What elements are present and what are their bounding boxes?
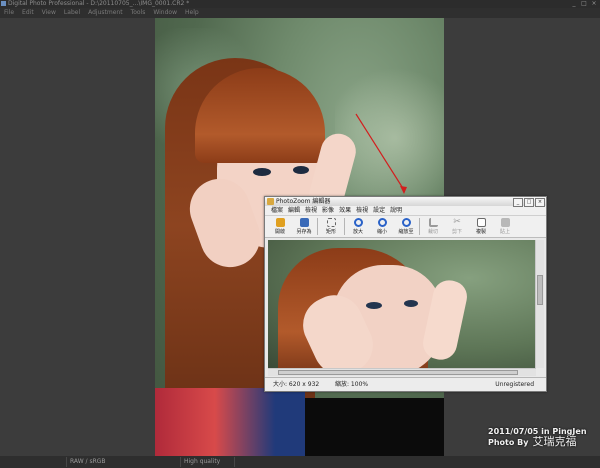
- zoom-out-icon: [377, 218, 387, 227]
- inner-minimize-button[interactable]: _: [513, 198, 523, 207]
- eye: [366, 302, 382, 309]
- inner-close-button[interactable]: ×: [535, 198, 545, 207]
- open-icon: [275, 218, 285, 227]
- inner-title-bar: PhotoZoom 編輯器 _ □ ×: [265, 197, 546, 207]
- photo-watermark: 2011/07/05 in PingJen Photo By 艾瑞克福: [488, 427, 587, 448]
- app-icon: [1, 1, 6, 6]
- zoom-fit-label: 縮放至: [398, 229, 414, 235]
- zoom-fit-button[interactable]: 縮放至: [395, 216, 417, 237]
- menu-window[interactable]: Window: [153, 8, 177, 18]
- registration-text: Unregistered: [495, 381, 534, 388]
- inner-menu-help[interactable]: 說明: [390, 206, 402, 215]
- horizontal-scrollbar[interactable]: [268, 368, 536, 376]
- maximize-button[interactable]: □: [580, 0, 588, 7]
- dress: [305, 398, 444, 456]
- inner-toolbar: 開啟 另存為 矩形 放大 縮小 縮放至 裁切 ✂ 剪下 複製 貼上: [265, 216, 546, 238]
- vertical-scroll-thumb[interactable]: [537, 275, 543, 305]
- inner-window-controls: _ □ ×: [513, 198, 545, 207]
- crop-label: 裁切: [427, 229, 438, 235]
- vertical-scrollbar[interactable]: [535, 240, 544, 368]
- watermark-signature: 艾瑞克福: [532, 435, 577, 448]
- image-size-text: 大小: 620 x 932: [273, 381, 320, 388]
- status-bar: RAW / sRGB High quality: [0, 456, 600, 468]
- select-rect-button[interactable]: 矩形: [320, 216, 342, 237]
- zoom-out-label: 縮小: [376, 229, 387, 235]
- paste-icon: [500, 218, 510, 227]
- select-rect-icon: [326, 218, 336, 227]
- photozoom-app-icon: [267, 198, 274, 205]
- horizontal-scroll-thumb[interactable]: [278, 370, 518, 375]
- inner-menu-file[interactable]: 檔案: [271, 206, 283, 215]
- crop-button[interactable]: 裁切: [422, 216, 444, 237]
- eye: [293, 166, 309, 174]
- copy-button[interactable]: 複製: [470, 216, 492, 237]
- eye: [253, 168, 271, 176]
- menu-file[interactable]: File: [4, 8, 14, 18]
- zoom-out-button[interactable]: 縮小: [371, 216, 393, 237]
- menu-view[interactable]: View: [42, 8, 56, 18]
- menu-adjustment[interactable]: Adjustment: [88, 8, 122, 18]
- zoom-fit-icon: [401, 218, 411, 227]
- quality-status: High quality: [180, 457, 234, 467]
- inner-menu-image[interactable]: 影像: [322, 206, 334, 215]
- inner-menu-effects[interactable]: 效果: [339, 206, 351, 215]
- inner-window-title: PhotoZoom 編輯器: [276, 198, 331, 205]
- zoom-in-button[interactable]: 放大: [347, 216, 369, 237]
- cut-button[interactable]: ✂ 剪下: [446, 216, 468, 237]
- copy-label: 複製: [475, 229, 486, 235]
- color-format-status: RAW / sRGB: [66, 457, 180, 467]
- menu-edit[interactable]: Edit: [22, 8, 34, 18]
- inner-status-bar: 大小: 620 x 932 縮放: 100% Unregistered: [265, 377, 546, 391]
- select-rect-label: 矩形: [325, 229, 336, 235]
- open-button[interactable]: 開啟: [269, 216, 291, 237]
- title-bar: Digital Photo Professional - D:\20110705…: [0, 0, 600, 8]
- window-controls: _ □ ×: [570, 0, 598, 8]
- zoom-in-icon: [353, 218, 363, 227]
- menu-tools[interactable]: Tools: [131, 8, 146, 18]
- toolbar-separator: [344, 218, 345, 235]
- inner-menu-edit[interactable]: 編輯: [288, 206, 300, 215]
- background-bokeh: [335, 58, 444, 218]
- toolbar-separator: [419, 218, 420, 235]
- photo-editor-app: Digital Photo Professional - D:\20110705…: [0, 0, 600, 468]
- zoom-level-text: 縮放: 100%: [335, 381, 369, 388]
- toolbar-separator: [317, 218, 318, 235]
- zoom-preview-canvas[interactable]: [268, 240, 536, 368]
- dress: [155, 388, 305, 456]
- window-title: Digital Photo Professional - D:\20110705…: [8, 0, 190, 7]
- inner-maximize-button[interactable]: □: [524, 198, 534, 207]
- inner-menu-view-2[interactable]: 檢視: [356, 206, 368, 215]
- save-as-button[interactable]: 另存為: [293, 216, 315, 237]
- menu-help[interactable]: Help: [185, 8, 199, 18]
- paste-label: 貼上: [499, 229, 510, 235]
- cut-icon: ✂: [453, 217, 461, 227]
- crop-icon: [428, 218, 438, 227]
- eye: [404, 300, 418, 307]
- menu-label[interactable]: Label: [64, 8, 80, 18]
- save-icon: [299, 218, 309, 227]
- open-label: 開啟: [274, 229, 285, 235]
- menu-bar: File Edit View Label Adjustment Tools Wi…: [0, 8, 600, 18]
- inner-menu-bar: 檔案 編輯 檢視 影像 效果 檢視 設定 說明: [265, 206, 546, 216]
- inner-menu-settings[interactable]: 設定: [373, 206, 385, 215]
- watermark-credit: Photo By: [488, 438, 529, 447]
- photozoom-window[interactable]: PhotoZoom 編輯器 _ □ × 檔案 編輯 檢視 影像 效果 檢視 設定…: [264, 196, 547, 392]
- copy-icon: [476, 218, 486, 227]
- save-as-label: 另存為: [296, 229, 312, 235]
- paste-button[interactable]: 貼上: [494, 216, 516, 237]
- minimize-button[interactable]: _: [570, 0, 578, 7]
- close-button[interactable]: ×: [590, 0, 598, 7]
- inner-menu-view[interactable]: 檢視: [305, 206, 317, 215]
- zoom-in-label: 放大: [352, 229, 363, 235]
- cut-label: 剪下: [451, 229, 462, 235]
- status-empty-segment: [234, 457, 598, 467]
